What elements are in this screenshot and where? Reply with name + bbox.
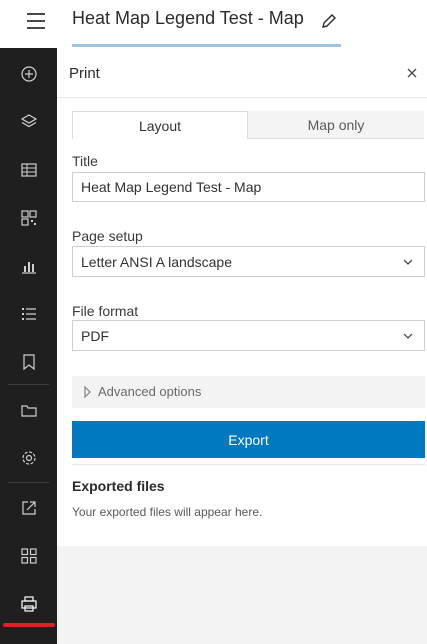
qr-grid-icon: [20, 210, 37, 226]
title-input[interactable]: [72, 172, 425, 202]
caret-right-icon: [84, 386, 91, 398]
layers-button[interactable]: [0, 98, 57, 146]
print-panel-body: Print Layout Map only Title Page setup L…: [57, 48, 427, 546]
file-format-label: File format: [72, 303, 139, 319]
share-button[interactable]: [0, 484, 57, 532]
bookmark-button[interactable]: [0, 338, 57, 386]
apps-icon: [20, 548, 37, 564]
print-button[interactable]: [0, 580, 57, 628]
exported-files-heading: Exported files: [72, 478, 165, 494]
add-button[interactable]: [0, 50, 57, 98]
tab-layout[interactable]: Layout: [72, 111, 248, 139]
menu-icon[interactable]: [22, 10, 48, 36]
print-panel: Print Layout Map only Title Page setup L…: [57, 48, 427, 644]
folder-icon: [20, 405, 37, 417]
page-setup-select[interactable]: Letter ANSI A landscape: [72, 246, 425, 277]
map-title: Heat Map Legend Test - Map: [72, 8, 304, 28]
title-label: Title: [72, 153, 98, 169]
exported-files-note: Your exported files will appear here.: [72, 505, 263, 519]
advanced-options-label: Advanced options: [98, 384, 202, 399]
apps-button[interactable]: [0, 532, 57, 580]
share-icon: [21, 501, 36, 515]
add-icon: [20, 66, 37, 82]
file-format-select[interactable]: PDF: [72, 320, 425, 351]
list-icon: [21, 308, 36, 320]
page-setup-value: Letter ANSI A landscape: [81, 254, 232, 270]
print-icon: [20, 596, 37, 612]
active-tool-indicator: [3, 623, 55, 627]
chevron-down-icon: [403, 333, 413, 339]
chevron-down-icon: [403, 259, 413, 265]
export-button[interactable]: Export: [72, 421, 425, 458]
chart-button[interactable]: [0, 242, 57, 290]
close-icon[interactable]: [405, 66, 419, 80]
bar-chart-icon: [21, 262, 36, 274]
settings-icon: [21, 451, 36, 465]
app-header: Heat Map Legend Test - Map: [0, 0, 427, 48]
file-format-value: PDF: [81, 328, 109, 344]
rail-divider: [8, 482, 49, 483]
panel-title: Print: [69, 65, 100, 82]
print-tabs: Layout Map only: [72, 111, 424, 139]
table-button[interactable]: [0, 146, 57, 194]
qr-grid-button[interactable]: [0, 194, 57, 242]
bookmark-icon: [22, 354, 35, 371]
rail-divider: [8, 384, 49, 385]
panel-header: Print: [57, 48, 427, 98]
list-button[interactable]: [0, 290, 57, 338]
pencil-icon[interactable]: [320, 12, 338, 30]
table-icon: [20, 163, 37, 177]
page-setup-label: Page setup: [72, 228, 143, 244]
advanced-options-toggle[interactable]: Advanced options: [72, 376, 425, 408]
tab-map-only[interactable]: Map only: [248, 111, 424, 139]
divider: [72, 464, 425, 465]
title-underline: [72, 44, 341, 47]
layers-icon: [20, 114, 37, 128]
folder-button[interactable]: [0, 386, 57, 434]
settings-button[interactable]: [0, 434, 57, 482]
left-toolbar: [0, 48, 57, 644]
